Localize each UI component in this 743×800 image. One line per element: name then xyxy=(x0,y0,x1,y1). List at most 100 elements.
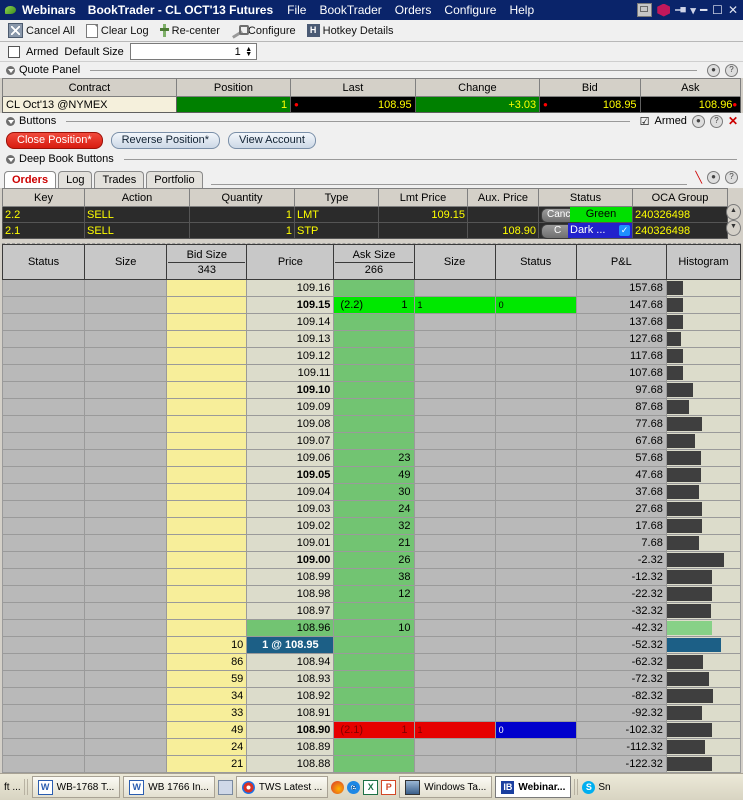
ladder-cell-ask-size[interactable]: (2.2) 1 xyxy=(333,296,415,314)
ladder-cell-ask-size[interactable]: 12 xyxy=(333,585,415,603)
ladder-cell-status2[interactable] xyxy=(494,313,577,331)
ladder-cell-bid-size[interactable]: 34 xyxy=(166,687,248,705)
ladder-cell-ask-size[interactable] xyxy=(333,279,415,297)
ladder-cell-size2[interactable]: 1 xyxy=(413,296,496,314)
ladder-cell-size2[interactable] xyxy=(413,636,496,654)
ladder-cell-ask-size[interactable] xyxy=(333,313,415,331)
ladder-cell-status[interactable] xyxy=(1,347,86,365)
ladder-cell-price[interactable]: 108.97 xyxy=(246,602,335,620)
ladder-cell-price[interactable]: 108.89 xyxy=(246,738,335,756)
ladder-cell-size2[interactable] xyxy=(413,449,496,467)
ladder-cell-size[interactable] xyxy=(84,687,168,705)
ladder-cell-price[interactable]: 109.13 xyxy=(246,330,335,348)
taskbar-item-word1[interactable]: W WB-1768 T... xyxy=(31,776,121,798)
ladder-cell-size[interactable] xyxy=(84,296,168,314)
ladder-cell-status[interactable] xyxy=(1,568,86,586)
ladder-cell-size2[interactable] xyxy=(413,568,496,586)
ladder-cell-price[interactable]: 109.04 xyxy=(246,483,335,501)
ladder-cell-price[interactable]: 109.07 xyxy=(246,432,335,450)
ladder-cell-bid-size[interactable] xyxy=(166,500,248,518)
ladder-cell-size2[interactable] xyxy=(413,585,496,603)
ladder-cell-size2[interactable] xyxy=(413,279,496,297)
taskbar-grip[interactable] xyxy=(574,779,580,795)
ladder-cell-status2[interactable] xyxy=(494,585,577,603)
calculator-icon[interactable] xyxy=(217,779,233,795)
ladder-cell-price[interactable]: 109.12 xyxy=(246,347,335,365)
collapse-twisty-icon[interactable] xyxy=(6,116,15,126)
ladder-cell-size[interactable] xyxy=(84,279,168,297)
ladder-cell-size2[interactable] xyxy=(413,653,496,671)
ladder-cell-price[interactable]: 108.92 xyxy=(246,687,335,705)
default-size-stepper[interactable]: ▲▼ xyxy=(129,43,257,60)
ladder-cell-status[interactable] xyxy=(1,415,86,433)
ladder-cell-size2[interactable] xyxy=(413,415,496,433)
powerpoint-icon[interactable]: P xyxy=(381,779,397,795)
orders-scrollbar[interactable]: ▲ ▼ xyxy=(726,204,741,236)
ladder-cell-status2[interactable] xyxy=(494,670,577,688)
ladder-row[interactable]: 109.04 30 37.68 xyxy=(1,483,742,501)
ladder-cell-size2[interactable] xyxy=(413,551,496,569)
quote-panel-help-icon[interactable]: ? xyxy=(725,63,738,77)
ladder-cell-status2[interactable] xyxy=(494,330,577,348)
ladder-cell-size2[interactable]: 1 xyxy=(413,721,496,739)
ladder-cell-price[interactable]: 109.08 xyxy=(246,415,335,433)
ladder-cell-price[interactable]: 108.99 xyxy=(246,568,335,586)
ladder-cell-size[interactable] xyxy=(84,500,168,518)
ladder-cell-price[interactable]: 109.10 xyxy=(246,381,335,399)
ladder-cell-status[interactable] xyxy=(1,483,86,501)
ladder-cell-size[interactable] xyxy=(84,330,168,348)
ladder-cell-price[interactable]: 109.09 xyxy=(246,398,335,416)
ladder-cell-status2[interactable] xyxy=(494,483,577,501)
ladder-cell-price[interactable]: 109.01 xyxy=(246,534,335,552)
ladder-cell-ask-size[interactable]: 21 xyxy=(333,534,415,552)
ladder-cell-status2[interactable] xyxy=(494,517,577,535)
chevron-down-icon[interactable]: ▾ xyxy=(690,4,695,17)
ladder-cell-size[interactable] xyxy=(84,432,168,450)
cancel-all-button[interactable]: Cancel All xyxy=(4,22,79,39)
taskbar-item-tws[interactable]: TWS Latest ... xyxy=(235,776,329,798)
minimize-button[interactable]: ━ xyxy=(700,3,707,17)
ladder-cell-size[interactable] xyxy=(84,755,168,773)
taskbar-item-webinar[interactable]: IB Webinar... xyxy=(495,776,572,798)
ladder-cell-status[interactable] xyxy=(1,738,86,756)
ladder-cell-bid-size[interactable] xyxy=(166,330,248,348)
ladder-cell-bid-size[interactable] xyxy=(166,585,248,603)
ladder-cell-size2[interactable] xyxy=(413,347,496,365)
ladder-cell-size[interactable] xyxy=(84,517,168,535)
ladder-cell-bid-size[interactable]: 86 xyxy=(166,653,248,671)
ladder-cell-bid-size[interactable] xyxy=(166,313,248,331)
ladder-cell-status[interactable] xyxy=(1,381,86,399)
ladder-cell-size[interactable] xyxy=(84,721,168,739)
deep-book-section-header[interactable]: Deep Book Buttons xyxy=(0,151,743,167)
ladder-cell-bid-size[interactable] xyxy=(166,347,248,365)
ladder-row[interactable]: 33 108.91 -92.32 xyxy=(1,704,742,722)
ladder-row[interactable]: 109.13 127.68 xyxy=(1,330,742,348)
ladder-cell-ask-size[interactable] xyxy=(333,704,415,722)
ladder-cell-status2[interactable] xyxy=(494,534,577,552)
ladder-row[interactable]: 109.11 107.68 xyxy=(1,364,742,382)
ladder-cell-status[interactable] xyxy=(1,704,86,722)
menu-file[interactable]: File xyxy=(287,3,306,17)
ladder-cell-bid-size[interactable] xyxy=(166,517,248,535)
stepper-arrows-icon[interactable]: ▲ ▼ xyxy=(243,44,255,59)
pencil-icon[interactable]: ╲ xyxy=(695,171,702,184)
ladder-cell-size[interactable] xyxy=(84,534,168,552)
ladder-cell-size[interactable] xyxy=(84,670,168,688)
ladder-cell-status2[interactable] xyxy=(494,500,577,518)
ladder-cell-status2[interactable] xyxy=(494,466,577,484)
ladder-cell-bid-size[interactable] xyxy=(166,449,248,467)
ladder-cell-size2[interactable] xyxy=(413,330,496,348)
ladder-cell-ask-size[interactable]: 32 xyxy=(333,517,415,535)
ladder-cell-size2[interactable] xyxy=(413,517,496,535)
armed-checkbox[interactable] xyxy=(8,45,20,58)
ladder-cell-status[interactable] xyxy=(1,279,86,297)
ladder-cell-status[interactable] xyxy=(1,755,86,773)
ladder-cell-bid-size[interactable] xyxy=(166,466,248,484)
ladder-cell-ask-size[interactable]: 23 xyxy=(333,449,415,467)
ladder-cell-size2[interactable] xyxy=(413,534,496,552)
ladder-cell-size[interactable] xyxy=(84,619,168,637)
ladder-row[interactable]: 21 108.88 -122.32 xyxy=(1,755,742,773)
ladder-cell-status2[interactable] xyxy=(494,415,577,433)
ladder-cell-status2[interactable] xyxy=(494,687,577,705)
ladder-row[interactable]: 108.97 -32.32 xyxy=(1,602,742,620)
